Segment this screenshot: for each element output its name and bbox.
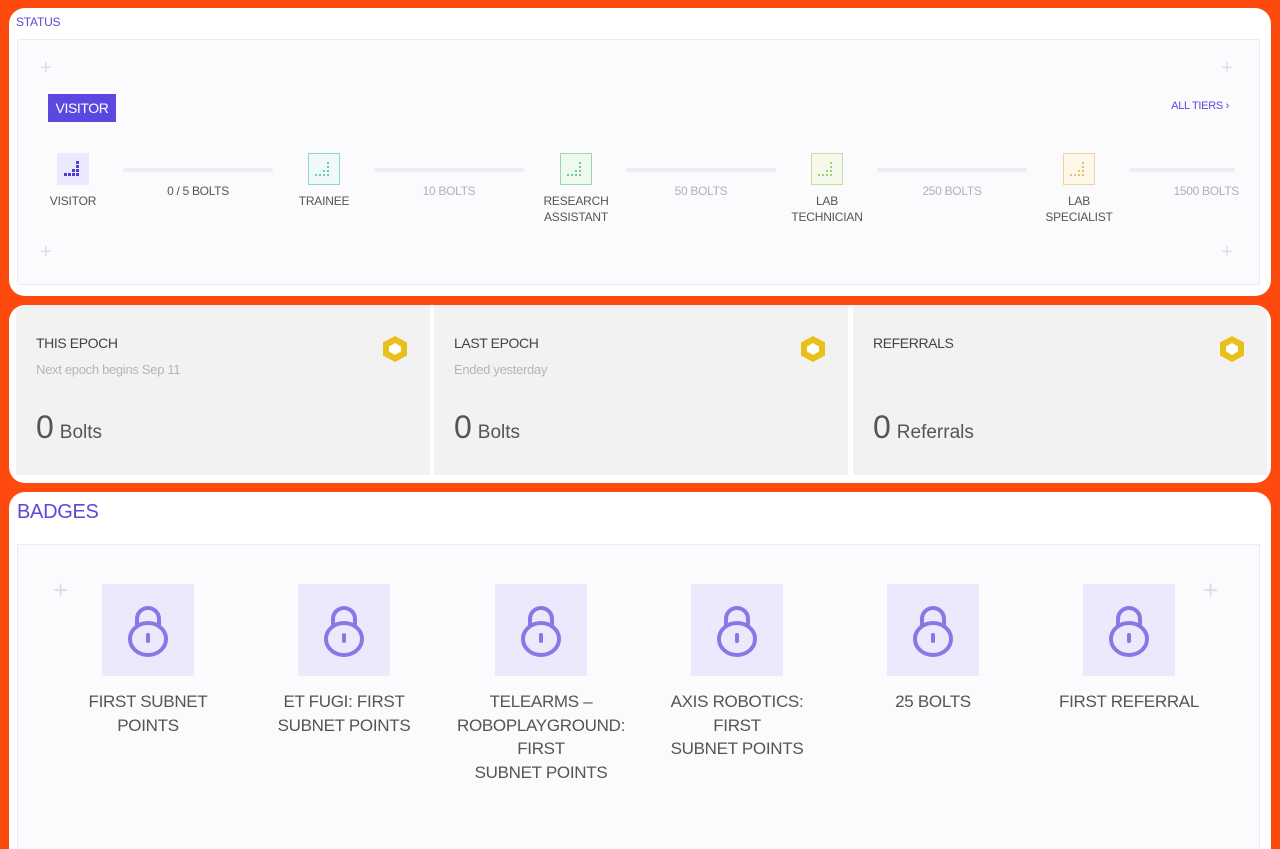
signal-bars-icon — [560, 153, 592, 185]
status-title: STATUS — [16, 15, 61, 29]
epoch-panel: THIS EPOCH Next epoch begins Sep 11 0 Bol… — [9, 305, 1271, 483]
signal-bars-icon — [811, 153, 843, 185]
tier-label: LAB TECHNICIAN — [791, 194, 863, 224]
badge-label: ET FUGI: FIRST SUBNET POINTS — [277, 692, 411, 735]
threshold-label: 50 BOLTS — [674, 184, 728, 198]
this-epoch-card: THIS EPOCH Next epoch begins Sep 11 0 Bol… — [16, 305, 430, 475]
lock-icon — [913, 606, 953, 657]
progress-track — [374, 168, 524, 172]
badge-axis-robotics[interactable]: AXIS ROBOTICS: FIRST SUBNET POINTS — [642, 584, 832, 761]
badge-label: FIRST SUBNET POINTS — [88, 692, 208, 735]
value-unit: Referrals — [896, 422, 974, 443]
card-value: 0 Referrals — [873, 409, 974, 446]
current-tier-badge: VISITOR — [48, 94, 116, 122]
progress-track — [626, 168, 776, 172]
card-value: 0 Bolts — [454, 409, 520, 446]
tier-visitor: VISITOR — [28, 153, 118, 209]
tier-trainee: TRAINEE — [279, 153, 369, 209]
tier-lab-specialist: LAB SPECIALIST — [1034, 153, 1124, 225]
badge-tile — [1083, 584, 1175, 676]
badge-label: 25 BOLTS — [895, 692, 971, 711]
badge-tile — [298, 584, 390, 676]
lock-icon — [324, 606, 364, 657]
plus-icon: + — [40, 57, 52, 79]
signal-bars-icon — [308, 153, 340, 185]
all-tiers-link[interactable]: ALL TIERS › — [1171, 100, 1229, 112]
badges-title: BADGES — [17, 501, 99, 523]
card-title: THIS EPOCH — [36, 335, 118, 351]
badge-label: TELEARMS – ROBOPLAYGROUND: FIRST SUBNET … — [456, 692, 626, 782]
threshold-label: 0 / 5 BOLTS — [167, 184, 229, 198]
card-subtitle: Next epoch begins Sep 11 — [36, 362, 181, 377]
value-unit: Bolts — [59, 422, 103, 443]
badge-25-bolts[interactable]: 25 BOLTS — [838, 584, 1028, 714]
plus-icon: + — [1221, 57, 1233, 79]
card-title: LAST EPOCH — [454, 335, 539, 351]
badge-first-referral[interactable]: FIRST REFERRAL — [1034, 584, 1224, 714]
badge-first-subnet-points[interactable]: FIRST SUBNET POINTS — [53, 584, 243, 737]
card-title: REFERRALS — [873, 335, 954, 351]
badge-tile — [691, 584, 783, 676]
badges-panel: BADGES + + FIRST SUBNET POINTS ET FUGI: … — [9, 492, 1271, 849]
signal-bars-icon — [1063, 153, 1095, 185]
tier-label: TRAINEE — [298, 194, 350, 208]
tier-lab-technician: LAB TECHNICIAN — [782, 153, 872, 225]
badge-tile — [495, 584, 587, 676]
value-number: 0 — [873, 409, 891, 445]
tier-research-assistant: RESEARCH ASSISTANT — [531, 153, 621, 225]
badge-et-fugi[interactable]: ET FUGI: FIRST SUBNET POINTS — [249, 584, 439, 737]
lock-icon — [128, 606, 168, 657]
status-panel: STATUS + + + + VISITOR ALL TIERS › 0 / 5… — [9, 8, 1271, 296]
progress-track — [123, 168, 273, 172]
progress-track — [877, 168, 1027, 172]
badge-label: FIRST REFERRAL — [1058, 692, 1199, 711]
hexagon-bolt-icon — [1220, 336, 1244, 362]
threshold-label: 250 BOLTS — [922, 184, 982, 198]
referrals-card: REFERRALS 0 Referrals — [853, 305, 1267, 475]
plus-icon: + — [1221, 241, 1233, 263]
badge-label: AXIS ROBOTICS: FIRST SUBNET POINTS — [670, 692, 804, 758]
progress-track — [1129, 168, 1235, 172]
signal-bars-icon — [57, 153, 89, 185]
badge-telearms[interactable]: TELEARMS – ROBOPLAYGROUND: FIRST SUBNET … — [446, 584, 636, 784]
tier-label: VISITOR — [49, 194, 97, 208]
hexagon-bolt-icon — [383, 336, 407, 362]
tier-label: RESEARCH ASSISTANT — [543, 194, 609, 224]
value-number: 0 — [36, 409, 54, 445]
threshold-label: 10 BOLTS — [422, 184, 476, 198]
threshold-label: 1500 BOLTS — [1173, 184, 1240, 198]
last-epoch-card: LAST EPOCH Ended yesterday 0 Bolts — [434, 305, 848, 475]
card-value: 0 Bolts — [36, 409, 102, 446]
value-unit: Bolts — [477, 422, 521, 443]
badge-tile — [102, 584, 194, 676]
plus-icon: + — [40, 241, 52, 263]
lock-icon — [521, 606, 561, 657]
lock-icon — [1109, 606, 1149, 657]
value-number: 0 — [454, 409, 472, 445]
tier-label: LAB SPECIALIST — [1045, 194, 1113, 224]
card-subtitle: Ended yesterday — [454, 362, 548, 377]
lock-icon — [717, 606, 757, 657]
badge-tile — [887, 584, 979, 676]
hexagon-bolt-icon — [801, 336, 825, 362]
